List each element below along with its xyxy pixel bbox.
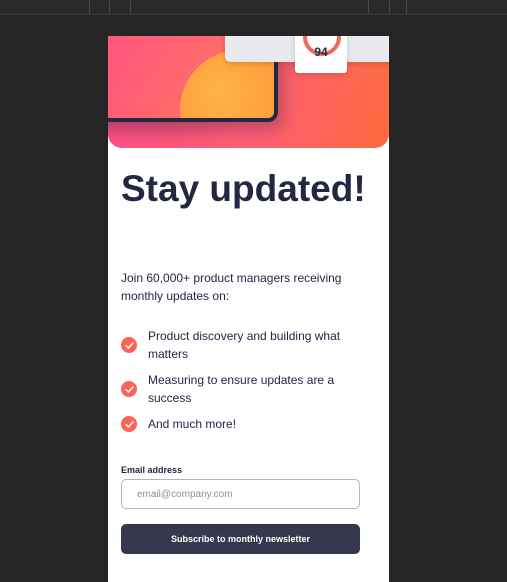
toolbar-divider [130, 0, 131, 14]
benefit-text: And much more! [148, 417, 237, 431]
check-circle-icon [121, 337, 137, 353]
benefit-item: Product discovery and building what matt… [121, 327, 371, 363]
toolbar-divider [109, 0, 110, 14]
intro-text: Join 60,000+ product managers receiving … [121, 271, 342, 303]
check-circle-icon [121, 416, 137, 432]
check-circle-icon [121, 381, 137, 397]
benefit-item: Measuring to ensure updates are a succes… [121, 371, 371, 407]
toolbar-divider [406, 0, 407, 14]
top-toolbar [0, 0, 507, 15]
score-card: 94 [295, 36, 347, 73]
benefit-text: Product discovery and building what matt… [148, 329, 341, 361]
benefit-text: Measuring to ensure updates are a succes… [148, 373, 335, 405]
hero-illustration: 94 [108, 36, 389, 148]
toolbar-divider [368, 0, 369, 14]
newsletter-card: 94 Stay updated! Join 60,000+ product ma… [108, 36, 389, 582]
score-value: 94 [314, 45, 328, 59]
benefit-item: And much more! [121, 415, 371, 433]
benefit-list: Product discovery and building what matt… [121, 327, 371, 441]
toolbar-divider [389, 0, 390, 14]
toolbar-divider [89, 0, 90, 14]
page-title: Stay updated! [121, 168, 366, 209]
email-label: Email address [121, 465, 183, 475]
subscribe-button[interactable]: Subscribe to monthly newsletter [121, 524, 360, 554]
email-input[interactable] [121, 479, 360, 509]
